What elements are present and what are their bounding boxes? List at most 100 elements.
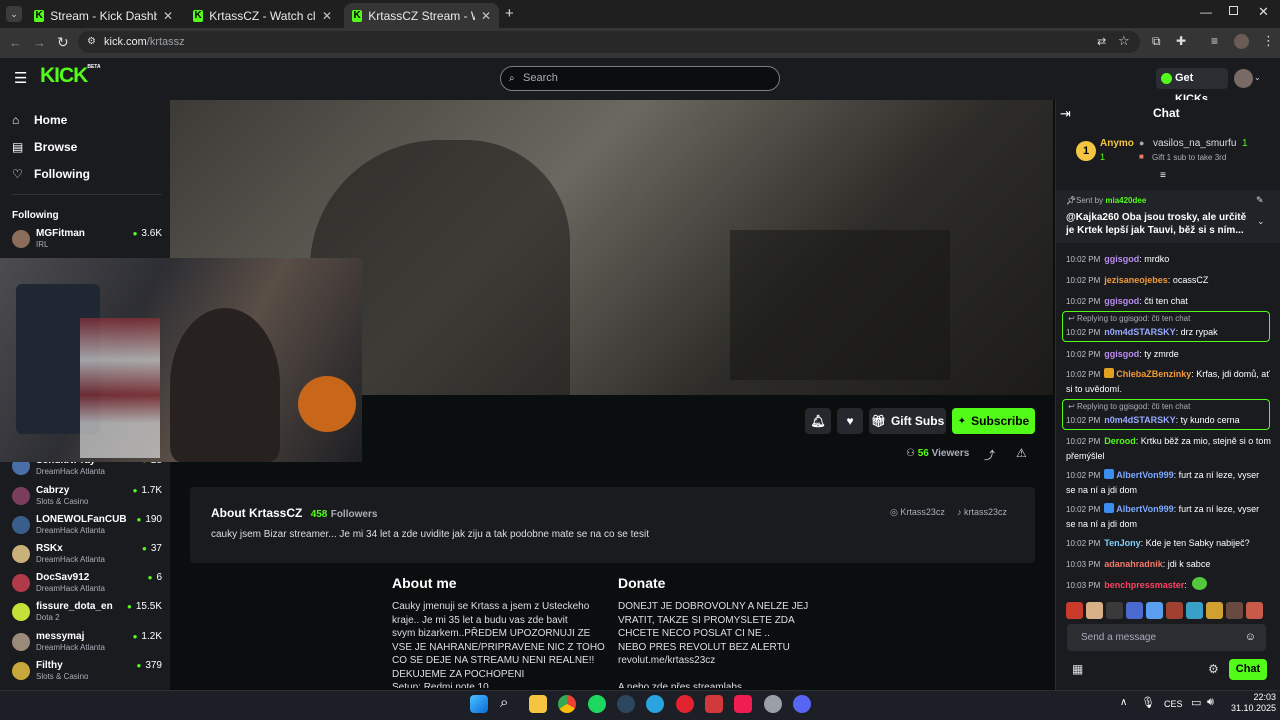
notification-bell-button[interactable]: 🔔︎	[805, 408, 831, 434]
close-tab-icon[interactable]: ✕	[163, 9, 173, 23]
instagram-link[interactable]: ◎ Krtass23cz	[890, 507, 945, 518]
chevron-down-icon[interactable]: ⌄	[1257, 216, 1265, 227]
chevron-down-icon[interactable]: ⌄	[1254, 73, 1261, 82]
extension-icon[interactable]: ⧉	[1152, 34, 1161, 49]
chat-username[interactable]: ggisgod	[1104, 349, 1139, 359]
sidebar-following-item[interactable]: CabrzySlots & Casino 1.7K	[12, 485, 162, 513]
chat-username[interactable]: n0m4dSTARSKY	[1104, 415, 1175, 425]
app-settings-icon[interactable]	[764, 695, 782, 713]
chat-username[interactable]: AlbertVon999	[1116, 504, 1173, 514]
gift-subs-button[interactable]: 🎁︎ Gift Subs	[869, 408, 946, 434]
back-icon[interactable]: ←	[9, 35, 22, 50]
language-indicator[interactable]: CES	[1164, 699, 1183, 709]
sidebar-following-item[interactable]: RSKxDreamHack Atlanta 37	[12, 543, 162, 571]
sidebar-following-item[interactable]: fissure_dota_enDota 2 15.5K	[12, 601, 162, 629]
chat-store-icon[interactable]: ▦	[1072, 662, 1083, 676]
expand-leaderboard-icon[interactable]: ≡	[1160, 170, 1166, 181]
tab-search-button[interactable]: ⌄	[6, 6, 22, 22]
chat-username[interactable]: Derood	[1104, 436, 1136, 446]
chat-username[interactable]: benchpressmaster	[1104, 580, 1184, 590]
restore-icon[interactable]	[1229, 6, 1238, 15]
taskbar-search-icon[interactable]: ⌕	[500, 694, 508, 711]
nav-home[interactable]: ⌂ Home	[12, 113, 67, 127]
follow-heart-button[interactable]: ♥	[837, 408, 863, 434]
steam-icon[interactable]	[617, 695, 635, 713]
chat-message-input[interactable]: Send a message ☺	[1067, 624, 1266, 651]
discord-icon[interactable]	[793, 695, 811, 713]
emote-icon[interactable]	[1106, 602, 1123, 619]
tab-clips[interactable]: K KrtassCZ - Watch clips on Kick ✕	[185, 3, 340, 28]
tray-chevron-up-icon[interactable]: ∧	[1120, 697, 1127, 708]
url-bar[interactable]: ⚙ kick.com/krtassz	[78, 31, 1140, 53]
reply-context[interactable]: ↩ Replying to ggisgod: čti ten chat	[1068, 314, 1190, 323]
hamburger-menu-icon[interactable]: ☰	[14, 69, 27, 87]
tab-dashboard[interactable]: K Stream - Kick Dashboard ✕	[26, 3, 181, 28]
chat-username[interactable]: ggisgod	[1104, 296, 1139, 306]
chat-username[interactable]: n0m4dSTARSKY	[1104, 327, 1175, 337]
sidebar-following-item[interactable]: DocSav912DreamHack Atlanta 6	[12, 572, 162, 600]
extensions-puzzle-icon[interactable]: ✚	[1176, 34, 1186, 48]
chat-username[interactable]: jezisaneojebes	[1104, 275, 1168, 285]
windows-start-icon[interactable]	[470, 695, 488, 713]
new-tab-button[interactable]: +	[505, 5, 514, 22]
emote-icon[interactable]	[1166, 602, 1183, 619]
tiktok-app-icon[interactable]	[734, 695, 752, 713]
chat-send-button[interactable]: Chat	[1229, 659, 1267, 680]
minimize-icon[interactable]: —	[1200, 5, 1212, 19]
kick-logo[interactable]: KICKBETA	[40, 64, 101, 88]
sidebar-following-item[interactable]: messymajDreamHack Atlanta 1.2K	[12, 631, 162, 659]
close-tab-icon[interactable]: ✕	[322, 9, 332, 23]
emote-icon[interactable]	[1226, 602, 1243, 619]
leaderboard-user-1[interactable]: Anymo	[1100, 138, 1134, 149]
leaderboard-user-2[interactable]: vasilos_na_smurfu	[1153, 138, 1236, 149]
clock[interactable]: 22:03 31.10.2025	[1226, 692, 1276, 714]
chat-settings-gear-icon[interactable]: ⚙	[1208, 662, 1219, 676]
forward-icon[interactable]: →	[33, 35, 46, 50]
reading-list-icon[interactable]: ≡	[1211, 34, 1218, 48]
collapse-chat-icon[interactable]: ⇥	[1060, 106, 1071, 122]
reply-context[interactable]: ↩ Replying to ggisgod: čti ten chat	[1068, 402, 1190, 411]
emote-icon[interactable]	[1086, 602, 1103, 619]
profile-avatar[interactable]	[1234, 34, 1249, 49]
subscribe-button[interactable]: ✦ Subscribe	[952, 408, 1035, 434]
nav-browse[interactable]: ▤ Browse	[12, 140, 77, 154]
tiktok-link[interactable]: ♪ krtass23cz	[957, 507, 1007, 517]
chat-username[interactable]: AlbertVon999	[1116, 470, 1173, 480]
search-input[interactable]: ⌕ Search	[500, 66, 780, 91]
volume-icon[interactable]: 🔊︎	[1207, 696, 1214, 709]
emote-icon[interactable]	[1126, 602, 1143, 619]
report-warning-icon[interactable]: ⚠	[1016, 446, 1027, 460]
tab-stream[interactable]: K KrtassCZ Stream - Watch Li ✕	[344, 3, 499, 28]
get-kicks-button[interactable]: Get KICKs	[1156, 68, 1228, 105]
sidebar-following-item[interactable]: MGFitmanIRL 3.6K	[12, 228, 162, 256]
app-icon[interactable]	[705, 695, 723, 713]
nav-following[interactable]: ♡ Following	[12, 167, 90, 181]
site-info-icon[interactable]: ⚙	[87, 31, 96, 53]
chat-username[interactable]: TenJony	[1104, 538, 1140, 548]
sidebar-following-item[interactable]: FilthySlots & Casino 379	[12, 660, 162, 688]
emoji-picker-icon[interactable]: ☺	[1245, 624, 1256, 651]
opera-icon[interactable]	[676, 695, 694, 713]
unpin-icon[interactable]: ✎	[1256, 195, 1264, 206]
file-explorer-icon[interactable]	[529, 695, 547, 713]
network-icon[interactable]: ▭	[1191, 696, 1201, 709]
reload-icon[interactable]: ↻	[57, 34, 69, 51]
emote-icon[interactable]	[1246, 602, 1263, 619]
spotify-icon[interactable]	[588, 695, 606, 713]
browser-menu-icon[interactable]: ⋮	[1262, 33, 1275, 49]
chat-username[interactable]: adanahradnik	[1104, 559, 1163, 569]
share-icon[interactable]: ⤴	[984, 447, 995, 463]
close-tab-icon[interactable]: ✕	[481, 9, 491, 23]
sidebar-following-item[interactable]: LONEWOLFanCUBDreamHack Atlanta 190	[12, 514, 162, 542]
emote-icon[interactable]	[1206, 602, 1223, 619]
chat-username[interactable]: ChlebaZBenzinky	[1116, 369, 1191, 379]
telegram-icon[interactable]	[646, 695, 664, 713]
translate-icon[interactable]: ⇄	[1097, 35, 1106, 48]
emote-icon[interactable]	[1186, 602, 1203, 619]
emote-icon[interactable]	[1066, 602, 1083, 619]
emote-icon[interactable]	[1146, 602, 1163, 619]
user-avatar[interactable]	[1234, 69, 1253, 88]
chrome-icon[interactable]	[558, 695, 576, 713]
chat-username[interactable]: ggisgod	[1104, 254, 1139, 264]
bookmark-star-icon[interactable]: ☆	[1118, 33, 1130, 49]
